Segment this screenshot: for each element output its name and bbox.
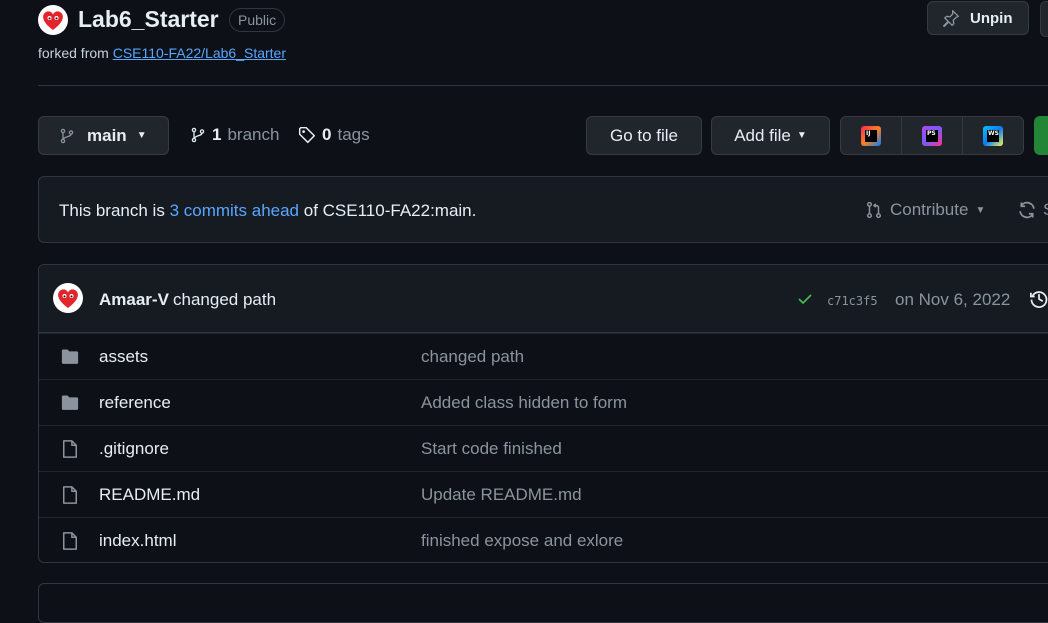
file-commit-message-link[interactable]: Start code finished (421, 439, 562, 459)
forked-from-label: forked from (38, 45, 109, 61)
go-to-file-button[interactable]: Go to file (586, 116, 702, 155)
visibility-badge: Public (229, 8, 286, 32)
forked-source-link[interactable]: CSE110-FA22/Lab6_Starter (113, 45, 286, 61)
sync-label: S (1043, 200, 1048, 220)
file-commit-message-link[interactable]: changed path (421, 347, 524, 367)
ide-button-group: IJ PS WS (840, 116, 1024, 155)
file-icon (63, 440, 77, 458)
commit-author-avatar[interactable] (53, 283, 83, 313)
add-file-button[interactable]: Add file ▼ (711, 116, 830, 155)
contribute-button[interactable]: Contribute ▼ (865, 200, 985, 220)
history-icon[interactable] (1029, 289, 1048, 309)
unpin-button[interactable]: Unpin (927, 1, 1029, 35)
file-name-link[interactable]: README.md (99, 485, 200, 505)
tag-icon (298, 126, 316, 144)
tag-word: tags (337, 125, 370, 144)
file-row[interactable]: reference Added class hidden to form (39, 379, 1048, 425)
heart-eyes-logo (58, 289, 78, 308)
open-in-webstorm-button[interactable]: WS (963, 117, 1023, 154)
file-commit-message-link[interactable]: Update README.md (421, 485, 582, 505)
phpstorm-icon: PS (922, 125, 942, 146)
webstorm-icon: WS (983, 125, 1003, 146)
readme-box (38, 583, 1048, 623)
repo-name[interactable]: Lab6_Starter (78, 6, 219, 33)
folder-icon (61, 395, 79, 410)
branch-status-banner: This branch is 3 commits ahead of CSE110… (38, 176, 1048, 243)
forked-from-line: forked from CSE110-FA22/Lab6_Starter (38, 45, 286, 61)
sync-fork-button[interactable]: S (1017, 200, 1048, 220)
file-commit-message-link[interactable]: Added class hidden to form (421, 393, 627, 413)
latest-commit-header: Amaar-V changed path c71c3f5 on Nov 6, 2… (39, 265, 1048, 333)
branch-status-text: This branch is 3 commits ahead of CSE110… (59, 201, 476, 221)
file-icon (63, 486, 77, 504)
header-divider (38, 85, 1048, 86)
branch-word: branch (227, 125, 280, 144)
unpin-label: Unpin (970, 9, 1013, 27)
branch-selector-button[interactable]: main ▼ (38, 116, 169, 155)
git-branch-icon (191, 127, 205, 143)
branch-count: 1 (212, 125, 222, 144)
pin-icon (943, 10, 959, 27)
pull-request-icon (866, 201, 882, 219)
sync-icon (1019, 201, 1035, 219)
open-in-phpstorm-button[interactable]: PS (902, 117, 963, 154)
file-name-link[interactable]: assets (99, 347, 148, 367)
git-branch-icon (60, 128, 74, 143)
branch-name: main (87, 125, 127, 145)
file-row[interactable]: assets changed path (39, 333, 1048, 379)
contribute-label: Contribute (890, 200, 969, 219)
repo-owner-avatar[interactable] (38, 5, 68, 35)
file-name-link[interactable]: reference (99, 393, 171, 413)
status-suffix: of CSE110-FA22:main. (303, 201, 477, 220)
file-row[interactable]: README.md Update README.md (39, 471, 1048, 517)
add-file-label: Add file (734, 125, 791, 145)
chevron-down-icon: ▼ (975, 204, 986, 216)
check-icon[interactable] (797, 291, 813, 307)
intellij-icon: IJ (861, 125, 881, 146)
code-button[interactable] (1034, 116, 1048, 155)
open-in-intellij-button[interactable]: IJ (841, 117, 902, 154)
branches-link[interactable]: 1 branch (190, 125, 279, 145)
tags-link[interactable]: 0 tags (298, 125, 370, 145)
heart-eyes-logo (43, 11, 63, 30)
file-browser: Amaar-V changed path c71c3f5 on Nov 6, 2… (38, 264, 1048, 563)
status-prefix: This branch is (59, 201, 165, 220)
file-icon (63, 532, 77, 550)
commits-ahead-link[interactable]: 3 commits ahead (170, 201, 299, 220)
file-name-link[interactable]: index.html (99, 531, 176, 551)
file-row[interactable]: .gitignore Start code finished (39, 425, 1048, 471)
file-commit-message-link[interactable]: finished expose and exlore (421, 531, 623, 551)
commit-message-link[interactable]: changed path (173, 290, 276, 310)
watch-button[interactable] (1040, 1, 1048, 37)
folder-icon (61, 349, 79, 364)
file-name-link[interactable]: .gitignore (99, 439, 169, 459)
chevron-down-icon: ▼ (136, 130, 147, 141)
commit-author-link[interactable]: Amaar-V (99, 290, 169, 310)
commit-sha-link[interactable]: c71c3f5 (827, 294, 878, 308)
chevron-down-icon: ▼ (796, 130, 807, 141)
tag-count: 0 (322, 125, 332, 144)
file-row[interactable]: index.html finished expose and exlore (39, 517, 1048, 562)
commit-date: on Nov 6, 2022 (895, 290, 1011, 309)
